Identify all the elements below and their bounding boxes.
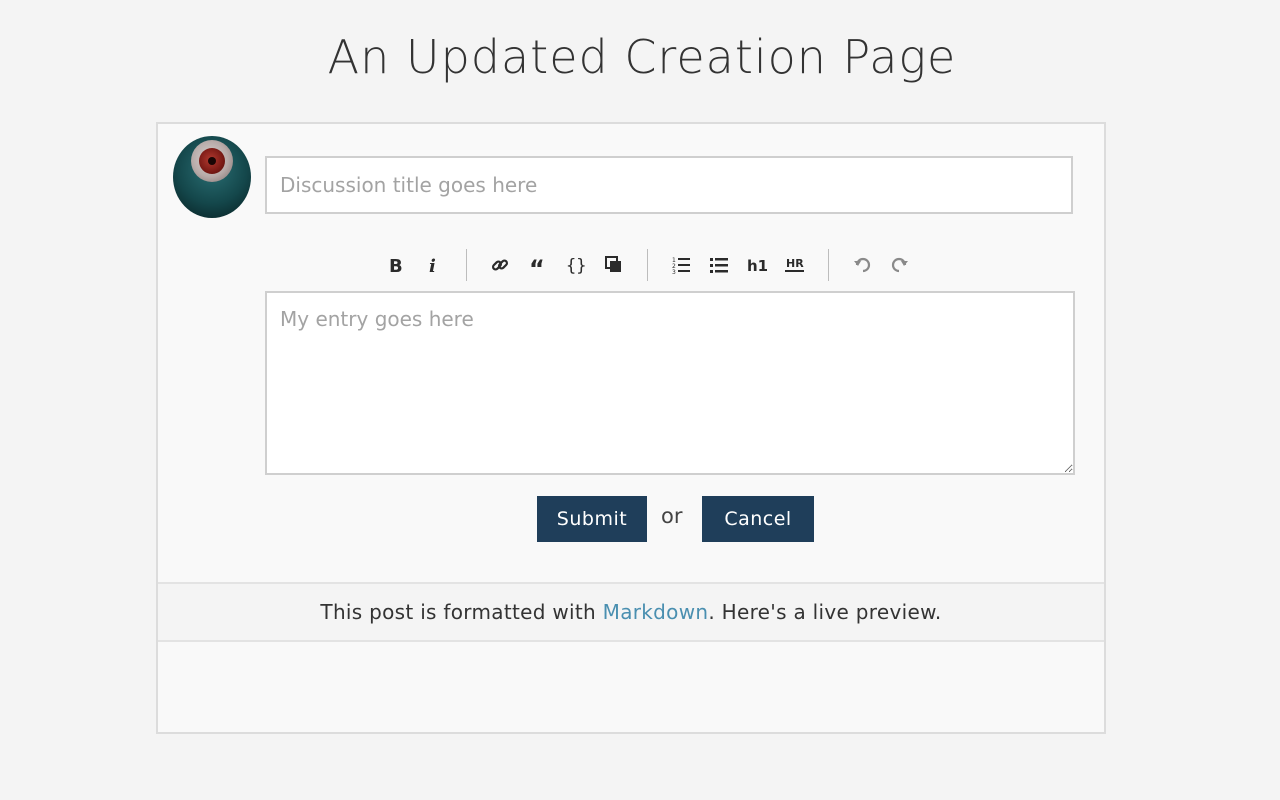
unordered-list-icon[interactable] xyxy=(700,250,738,280)
svg-text:HR: HR xyxy=(786,257,804,270)
entry-textarea[interactable] xyxy=(265,291,1075,475)
markdown-note-prefix: This post is formatted with xyxy=(320,600,603,624)
svg-text:{}: {} xyxy=(566,256,586,275)
svg-text:B: B xyxy=(389,256,403,274)
image-icon[interactable] xyxy=(595,250,633,280)
page-title: An Updated Creation Page xyxy=(327,30,957,84)
creation-card: B i “ {} 123 h1 HR xyxy=(156,122,1106,734)
avatar xyxy=(173,136,251,218)
quote-icon[interactable]: “ xyxy=(519,250,557,280)
svg-text:“: “ xyxy=(529,257,545,273)
cancel-button[interactable]: Cancel xyxy=(702,496,814,542)
svg-text:i: i xyxy=(429,256,436,274)
heading-icon[interactable]: h1 xyxy=(738,250,776,280)
redo-icon[interactable] xyxy=(881,250,919,280)
code-icon[interactable]: {} xyxy=(557,250,595,280)
markdown-note-suffix: . Here's a live preview. xyxy=(708,600,942,624)
discussion-title-input[interactable] xyxy=(265,156,1073,214)
bold-icon[interactable]: B xyxy=(376,250,414,280)
or-separator-text: or xyxy=(661,504,683,528)
svg-text:3: 3 xyxy=(672,269,676,274)
ordered-list-icon[interactable]: 123 xyxy=(662,250,700,280)
horizontal-rule-icon[interactable]: HR xyxy=(776,250,814,280)
link-icon[interactable] xyxy=(481,250,519,280)
avatar-eye xyxy=(191,140,233,182)
toolbar-separator xyxy=(647,249,648,281)
toolbar-separator xyxy=(828,249,829,281)
markdown-note: This post is formatted with Markdown. He… xyxy=(158,582,1104,642)
editor-toolbar: B i “ {} 123 h1 HR xyxy=(376,248,919,282)
svg-text:h1: h1 xyxy=(747,257,767,274)
submit-button[interactable]: Submit xyxy=(537,496,647,542)
toolbar-separator xyxy=(466,249,467,281)
italic-icon[interactable]: i xyxy=(414,250,452,280)
undo-icon[interactable] xyxy=(843,250,881,280)
markdown-link[interactable]: Markdown xyxy=(603,600,709,624)
